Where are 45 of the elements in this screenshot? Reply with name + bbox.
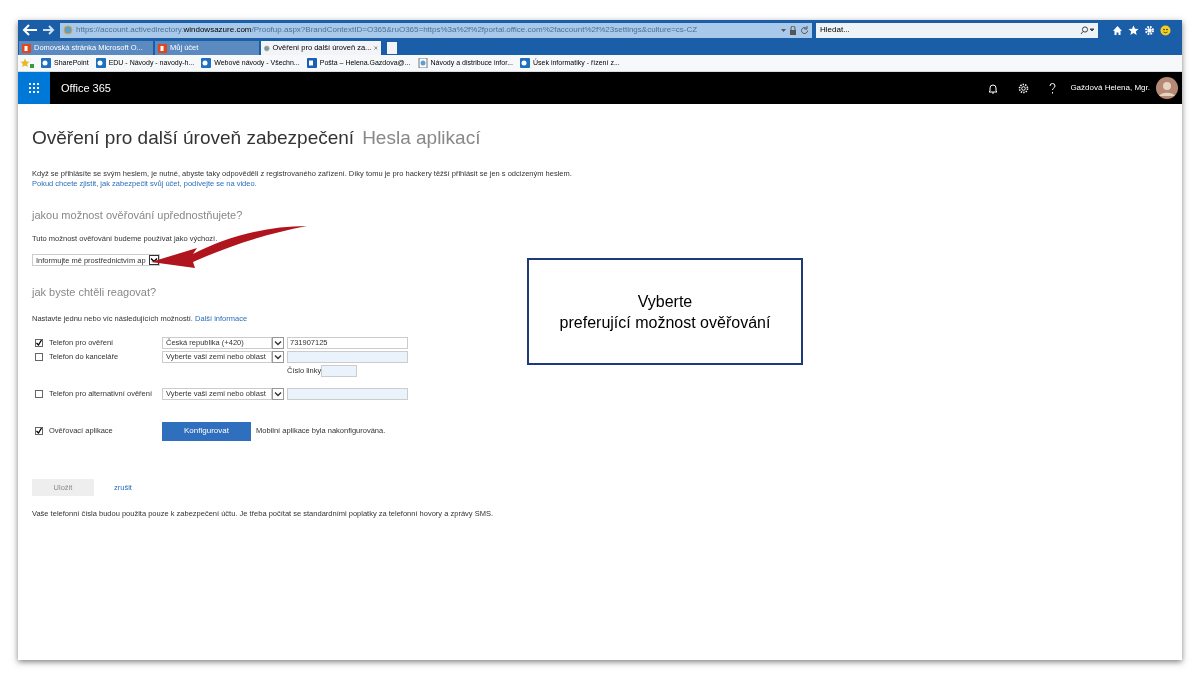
- checkbox[interactable]: [35, 390, 43, 398]
- square-logo-icon: [158, 43, 167, 53]
- help-icon[interactable]: [1049, 82, 1057, 94]
- checkbox[interactable]: [35, 353, 43, 361]
- callout-text: Vyberte: [637, 291, 693, 312]
- search-field[interactable]: Hledat...: [816, 22, 1098, 38]
- close-icon[interactable]: [374, 45, 378, 51]
- url-text: https://account.activedirectory.windowsazure.com/Proofup.aspx?BrandContextID=O365&ruO365=https%3a%2f%2fportal.office.com%2faccount%2f%23settings&culture=cs-CZ: [76, 24, 699, 36]
- chevron-down-icon[interactable]: [272, 388, 284, 400]
- search-placeholder: Hledat...: [820, 24, 851, 36]
- callout-text: preferující možnost ověřování: [559, 312, 771, 333]
- smiley-icon[interactable]: [1160, 24, 1171, 36]
- waffle-icon: [29, 83, 39, 93]
- favorites-star-icon[interactable]: [20, 58, 34, 68]
- extension-field[interactable]: [321, 364, 358, 377]
- section-heading: jak byste chtěli reagovat?: [32, 285, 157, 301]
- chevron-down-icon[interactable]: [272, 337, 284, 349]
- page-icon: [417, 58, 428, 68]
- checkbox[interactable]: [35, 339, 43, 347]
- settings-icon[interactable]: [1144, 24, 1155, 36]
- configure-button[interactable]: Konfigurovat: [162, 421, 251, 441]
- phone-number-field[interactable]: [287, 351, 408, 363]
- checkbox[interactable]: [35, 427, 43, 435]
- home-icon[interactable]: [1112, 24, 1123, 36]
- app-launcher-button[interactable]: [18, 72, 50, 104]
- lock-icon: [781, 25, 797, 35]
- star-icon[interactable]: [1128, 24, 1139, 36]
- back-icon[interactable]: [22, 24, 38, 36]
- square-logo-icon: [22, 43, 31, 53]
- page-icon: [63, 25, 73, 35]
- address-bar[interactable]: https://account.activedirectory.windowsazure.com/Proofup.aspx?BrandContextID=O365&ruO365=https%3a%2f%2fportal.office.com%2faccount%2f%23settings&culture=cs-CZ: [60, 22, 812, 38]
- bell-icon[interactable]: [988, 82, 999, 94]
- app-title[interactable]: Office 365: [61, 79, 989, 97]
- globe-icon: [264, 43, 270, 53]
- page-heading: Ověření pro další úroveň zabezpečení: [32, 126, 355, 150]
- refresh-icon[interactable]: [800, 25, 809, 35]
- app-passwords-link[interactable]: Hesla aplikací: [362, 124, 481, 153]
- user-name[interactable]: Gaždová Helena, Mgr.: [1070, 82, 1150, 94]
- settings-icon[interactable]: [1018, 82, 1030, 94]
- section-heading: jakou možnost ověřování upřednostňujete?: [32, 207, 243, 223]
- avatar-icon[interactable]: [1156, 77, 1178, 99]
- phone-number-field[interactable]: [287, 388, 408, 400]
- forward-icon[interactable]: [42, 24, 56, 36]
- chevron-down-icon[interactable]: [272, 351, 284, 363]
- search-icon: [1080, 25, 1094, 35]
